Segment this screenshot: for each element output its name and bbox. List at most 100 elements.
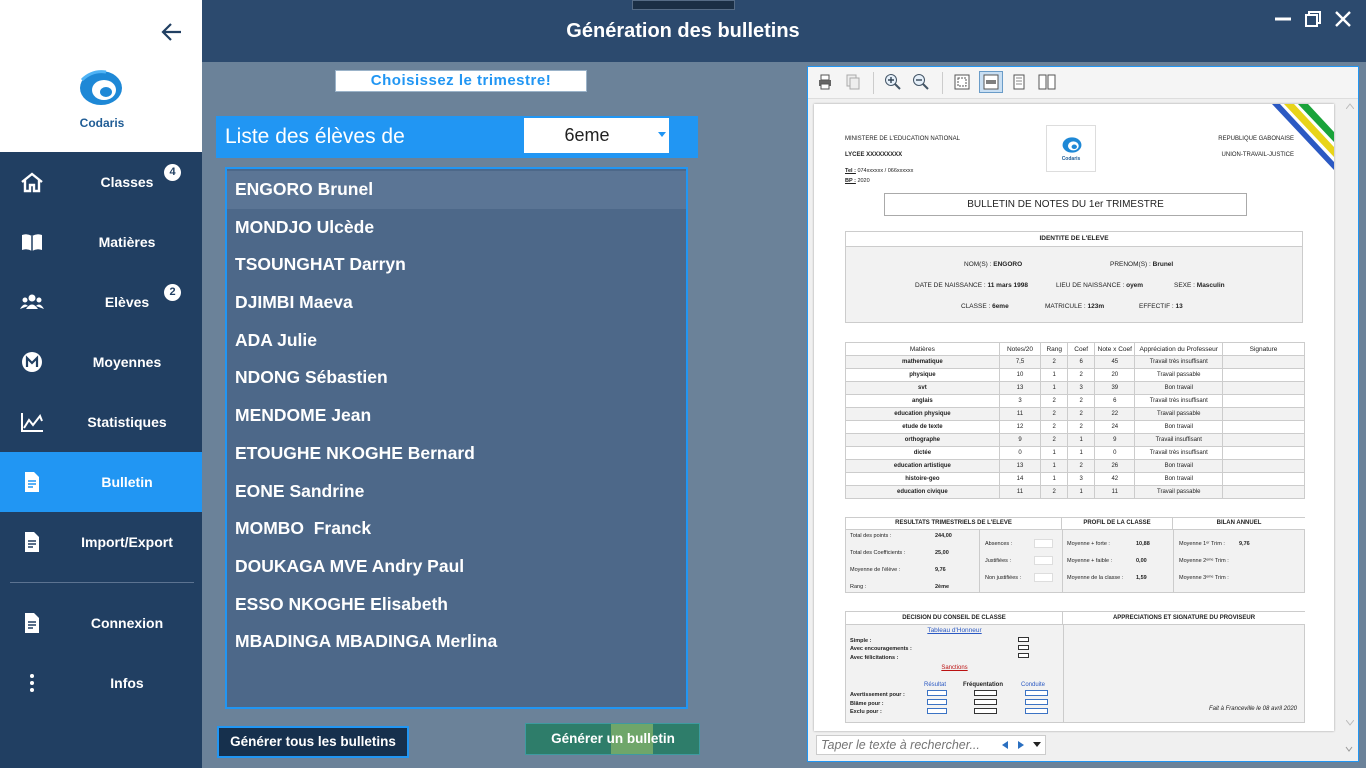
zoom-in-icon[interactable]: [884, 73, 902, 91]
search-options-icon[interactable]: [1033, 742, 1041, 748]
table-row: etude de texte 12 2 2 24 Bon travail: [845, 420, 1305, 434]
list-item[interactable]: MENDOME Jean: [227, 397, 686, 435]
document-icon: [25, 613, 39, 633]
toolbar-separator: [873, 72, 874, 94]
grades-cell: 7,5: [998, 355, 1042, 369]
generate-one-label: Générer un bulletin: [551, 731, 675, 746]
search-input[interactable]: [816, 735, 1046, 755]
signature-cell: [1222, 433, 1305, 447]
scroll-up-icon[interactable]: [1346, 103, 1354, 109]
close-icon[interactable]: [1334, 10, 1352, 28]
generate-all-button[interactable]: Générer tous les bulletins: [217, 726, 409, 758]
sidebar-item-bulletin[interactable]: Bulletin: [0, 452, 202, 512]
print-icon[interactable]: [816, 73, 834, 91]
maximize-icon[interactable]: [1304, 10, 1322, 28]
grades-cell: anglais: [845, 394, 1000, 408]
chevron-down-icon: [658, 132, 666, 137]
list-item[interactable]: TSOUNGHAT Darryn: [227, 246, 686, 284]
identity-section: IDENTITE DE L'ELEVE NOM(S) : ENGORO PREN…: [845, 231, 1303, 323]
grades-cell: 6: [1067, 355, 1096, 369]
sidebar-item-import-export[interactable]: Import/Export: [0, 512, 202, 572]
school-phone: Tel : 074xxxxxx / 066xxxxxx: [845, 168, 914, 174]
sidebar-item-infos[interactable]: Infos: [0, 653, 202, 713]
sidebar-item-connexion[interactable]: Connexion: [0, 593, 202, 653]
scroll-down-icon[interactable]: [1346, 720, 1354, 726]
list-item[interactable]: DOUKAGA MVE Andry Paul: [227, 548, 686, 586]
signature-cell: [1222, 381, 1305, 395]
grades-cell: 0: [998, 446, 1042, 460]
viewer-scrollbar[interactable]: [1342, 100, 1358, 733]
more-vertical-icon: [30, 674, 34, 692]
table-row: dictée 0 1 1 0 Travail très insuffisant: [845, 446, 1305, 460]
list-item[interactable]: MBADINGA MBADINGA Merlina: [227, 623, 686, 661]
grades-cell: 2: [1040, 355, 1069, 369]
student-list[interactable]: ENGORO Brunel MONDJO Ulcède TSOUNGHAT Da…: [225, 167, 688, 709]
sidebar-item-label: Classes: [100, 174, 154, 190]
grades-cell: 42: [1094, 472, 1136, 486]
resize-grip-icon[interactable]: [1345, 745, 1353, 753]
fit-width-icon: [983, 74, 999, 90]
copy-icon[interactable]: [844, 73, 862, 91]
list-item[interactable]: ESSO NKOGHE Elisabeth: [227, 586, 686, 624]
grades-cell: 24: [1094, 420, 1136, 434]
grades-cell: 45: [1094, 355, 1136, 369]
class-select[interactable]: 6eme: [524, 118, 669, 153]
back-arrow-icon[interactable]: [161, 22, 183, 42]
drag-handle[interactable]: [632, 0, 735, 10]
list-item[interactable]: DJIMBI Maeva: [227, 284, 686, 322]
grades-cell: 1: [1040, 381, 1069, 395]
sidebar-item-eleves[interactable]: Elèves 2: [0, 272, 202, 332]
grades-cell: 2: [1040, 485, 1069, 499]
trimester-button[interactable]: Choisissez le trimestre!: [335, 70, 587, 92]
grades-header-cell: Coef: [1067, 342, 1096, 356]
grades-header-cell: Note x Coef: [1094, 342, 1136, 356]
book-icon: [22, 234, 42, 251]
page-title: Génération des bulletins: [566, 20, 800, 42]
grades-cell: 1: [1067, 485, 1096, 499]
sidebar-item-matieres[interactable]: Matières: [0, 212, 202, 272]
two-pages-icon[interactable]: [1038, 73, 1056, 91]
list-item[interactable]: MONDJO Ulcède: [227, 209, 686, 247]
grades-cell: 20: [1094, 368, 1136, 382]
fit-page-icon[interactable]: [953, 73, 971, 91]
grades-cell: education physique: [845, 407, 1000, 421]
results-section: RESULTATS TRIMESTRIELS DE L'ELEVE PROFIL…: [845, 517, 1305, 593]
grades-cell: 1: [1040, 472, 1069, 486]
signature-cell: [1222, 446, 1305, 460]
search-prev-icon[interactable]: [1001, 741, 1009, 749]
grades-cell: 2: [1067, 368, 1096, 382]
logo-area: Codaris: [0, 0, 202, 152]
single-page-icon[interactable]: [1010, 73, 1028, 91]
search-next-icon[interactable]: [1017, 741, 1025, 749]
signature-cell: [1222, 368, 1305, 382]
report-page: MINISTERE DE L'EDUCATION NATIONAL LYCEE …: [814, 104, 1334, 731]
document-icon: [25, 532, 39, 552]
grades-cell: 13: [998, 459, 1042, 473]
sidebar-item-statistiques[interactable]: Statistiques: [0, 392, 202, 452]
report-title: BULLETIN DE NOTES DU 1er TRIMESTRE: [884, 193, 1247, 216]
list-item[interactable]: ENGORO Brunel: [227, 171, 686, 209]
signature-cell: [1222, 485, 1305, 499]
generate-one-button[interactable]: Générer un bulletin: [525, 723, 700, 755]
list-item[interactable]: NDONG Sébastien: [227, 359, 686, 397]
minimize-icon[interactable]: [1274, 10, 1292, 28]
list-item[interactable]: MOMBO Franck: [227, 510, 686, 548]
grades-cell: education artistique: [845, 459, 1000, 473]
grades-cell: 1: [1040, 446, 1069, 460]
grades-cell: etude de texte: [845, 420, 1000, 434]
users-icon: [20, 294, 44, 309]
list-item[interactable]: ETOUGHE NKOGHE Bernard: [227, 435, 686, 473]
list-item[interactable]: ADA Julie: [227, 322, 686, 360]
table-row: education civique 11 2 1 11 Travail passable: [845, 485, 1305, 499]
grades-cell: 12: [998, 420, 1042, 434]
list-item[interactable]: EONE Sandrine: [227, 473, 686, 511]
zoom-out-icon[interactable]: [912, 73, 930, 91]
brand-name: Codaris: [79, 116, 125, 130]
sidebar-item-moyennes[interactable]: Moyennes: [0, 332, 202, 392]
document-icon: [25, 472, 39, 492]
grades-cell: 1: [1040, 459, 1069, 473]
sidebar-item-label: Connexion: [90, 615, 164, 631]
grades-cell: 2: [1067, 459, 1096, 473]
sidebar-item-classes[interactable]: Classes 4: [0, 152, 202, 212]
codaris-logo-icon: [80, 70, 122, 105]
